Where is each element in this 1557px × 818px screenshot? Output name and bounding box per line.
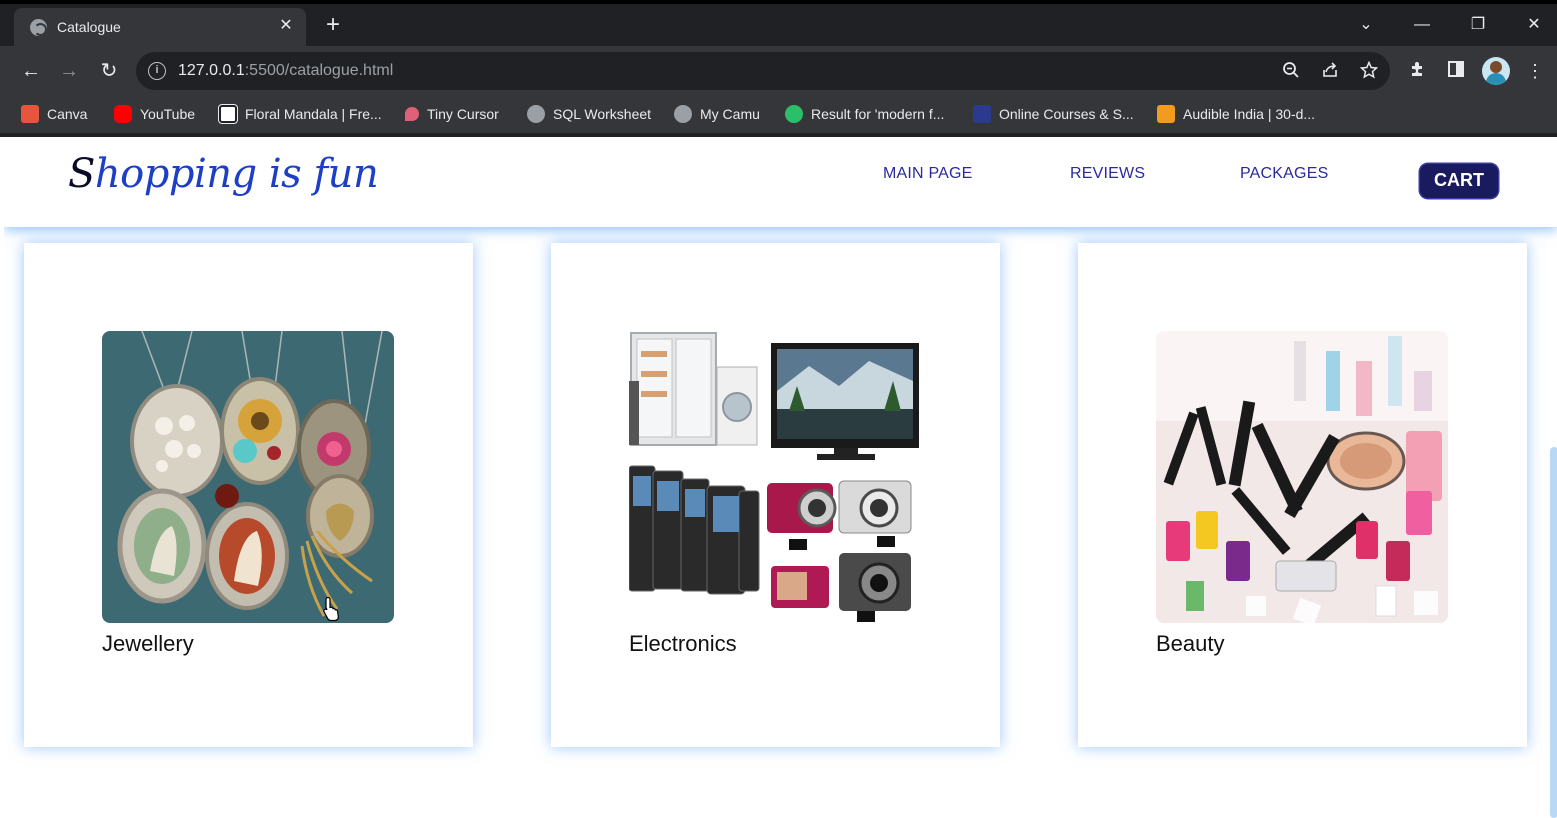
site-header: Shopping is fun MAIN PAGE REVIEWS PACKAG… xyxy=(4,137,1557,227)
side-panel-icon[interactable] xyxy=(1444,59,1468,83)
minimize-button[interactable]: — xyxy=(1399,10,1445,40)
cart-button[interactable]: CART xyxy=(1420,164,1498,198)
location-pin-icon xyxy=(405,107,419,121)
profile-avatar[interactable] xyxy=(1482,57,1510,85)
bookmark-tiny-cursor[interactable]: Tiny Cursor xyxy=(405,104,499,124)
bookmarks-bar: Canva YouTube Floral Mandala | Fre... Ti… xyxy=(0,96,1557,133)
nav-reviews[interactable]: REVIEWS xyxy=(1070,165,1145,183)
browser-chrome: Catalogue ✕ + ⌄ — ❐ ✕ ← → ↻ i 127.0.0.1:… xyxy=(0,0,1557,137)
youtube-icon xyxy=(114,105,132,123)
category-card-jewellery[interactable]: Jewellery xyxy=(24,243,473,747)
jewellery-image[interactable] xyxy=(102,331,394,623)
site-info-icon[interactable]: i xyxy=(148,62,166,80)
page-viewport: Shopping is fun MAIN PAGE REVIEWS PACKAG… xyxy=(4,137,1557,818)
hand-cursor-icon xyxy=(323,596,339,622)
category-label[interactable]: Beauty xyxy=(1156,631,1225,657)
bookmark-youtube[interactable]: YouTube xyxy=(114,104,195,124)
tab-title: Catalogue xyxy=(57,19,121,35)
canva-icon xyxy=(21,105,39,123)
nav-packages[interactable]: PACKAGES xyxy=(1240,165,1328,183)
url-text[interactable]: 127.0.0.1:5500/catalogue.html xyxy=(178,62,393,80)
browser-toolbar: ← → ↻ i 127.0.0.1:5500/catalogue.html ⋮ xyxy=(0,46,1557,96)
bookmark-floral-mandala[interactable]: Floral Mandala | Fre... xyxy=(218,104,382,124)
beauty-image[interactable] xyxy=(1156,331,1448,623)
page-scrollbar[interactable] xyxy=(1550,447,1557,818)
nav-main-page[interactable]: MAIN PAGE xyxy=(883,165,973,183)
category-card-electronics[interactable]: Electronics xyxy=(551,243,1000,747)
courses-icon xyxy=(973,105,991,123)
new-tab-button[interactable]: + xyxy=(320,12,346,38)
bookmark-star-icon[interactable] xyxy=(1359,60,1379,81)
tab-catalogue[interactable]: Catalogue ✕ xyxy=(14,8,306,46)
bookmark-result-modern[interactable]: Result for 'modern f... xyxy=(785,104,944,124)
globe-icon xyxy=(674,105,692,123)
electronics-image[interactable] xyxy=(629,331,921,623)
bookmark-sql-worksheet[interactable]: SQL Worksheet xyxy=(527,104,651,124)
category-label[interactable]: Electronics xyxy=(629,631,737,657)
forward-button[interactable]: → xyxy=(55,57,83,85)
bookmark-my-camu[interactable]: My Camu xyxy=(674,104,760,124)
audible-icon xyxy=(1157,105,1175,123)
bookmark-canva[interactable]: Canva xyxy=(21,104,87,124)
globe-icon xyxy=(30,19,47,36)
bookmark-online-courses[interactable]: Online Courses & S... xyxy=(973,104,1134,124)
zoom-icon[interactable] xyxy=(1281,61,1301,81)
share-icon[interactable] xyxy=(1320,61,1340,81)
codepen-icon xyxy=(218,104,238,124)
reload-button[interactable]: ↻ xyxy=(95,57,123,85)
site-logo[interactable]: Shopping is fun xyxy=(68,151,379,197)
tab-strip: Catalogue ✕ + ⌄ — ❐ ✕ xyxy=(0,4,1557,46)
globe-icon xyxy=(527,105,545,123)
category-card-beauty[interactable]: Beauty xyxy=(1078,243,1527,747)
close-tab-icon[interactable]: ✕ xyxy=(276,16,296,36)
address-bar[interactable]: i 127.0.0.1:5500/catalogue.html xyxy=(136,52,1390,90)
back-button[interactable]: ← xyxy=(17,57,45,85)
menu-kebab-icon[interactable]: ⋮ xyxy=(1523,59,1547,83)
bookmark-audible[interactable]: Audible India | 30-d... xyxy=(1157,104,1315,124)
restore-button[interactable]: ❐ xyxy=(1455,10,1501,40)
tab-search-icon[interactable]: ⌄ xyxy=(1343,10,1389,40)
play-icon xyxy=(785,105,803,123)
close-window-button[interactable]: ✕ xyxy=(1511,10,1557,40)
category-label[interactable]: Jewellery xyxy=(102,631,194,657)
extensions-icon[interactable] xyxy=(1406,59,1430,83)
